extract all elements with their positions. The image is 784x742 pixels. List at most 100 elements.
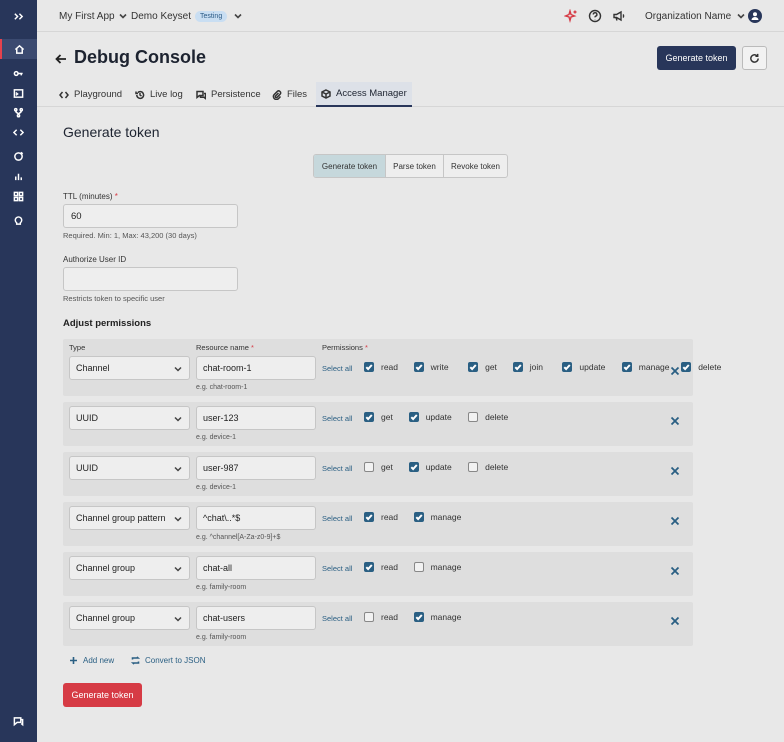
help-icon[interactable]	[588, 9, 602, 23]
checkbox[interactable]	[413, 562, 424, 572]
home-icon[interactable]	[0, 39, 37, 59]
permission-get[interactable]: get	[364, 462, 393, 472]
permission-manage[interactable]: manage	[413, 562, 461, 572]
checkbox[interactable]	[364, 562, 374, 572]
checkbox[interactable]	[468, 462, 479, 472]
permission-delete[interactable]: delete	[468, 462, 508, 472]
select-all-link[interactable]: Select all	[322, 614, 352, 623]
apps-icon[interactable]	[0, 186, 37, 206]
resource-name-input[interactable]: chat-room-1	[196, 356, 316, 380]
keyset-selector[interactable]: Demo Keyset Testing	[131, 0, 242, 32]
permission-manage[interactable]: manage	[413, 612, 461, 622]
generate-token-button[interactable]: Generate token	[63, 683, 142, 707]
resource-type-select[interactable]: UUID	[69, 406, 190, 430]
remove-row-icon[interactable]	[670, 563, 680, 576]
tab-access-manager[interactable]: Access Manager	[316, 82, 412, 107]
permission-manage[interactable]: manage	[413, 512, 461, 522]
checkbox[interactable]	[681, 362, 692, 372]
console-icon[interactable]	[0, 83, 37, 103]
mode-revoke-token[interactable]: Revoke token	[444, 155, 507, 177]
remove-row-icon[interactable]	[670, 413, 680, 426]
resource-type-select[interactable]: Channel	[69, 356, 190, 380]
checkbox[interactable]	[562, 362, 573, 372]
resource-name-input[interactable]: ^chat\..*$	[196, 506, 316, 530]
sync-icon[interactable]	[0, 146, 37, 166]
permission-get[interactable]: get	[468, 362, 497, 372]
permission-write[interactable]: write	[413, 362, 449, 372]
adjust-permissions-title: Adjust permissions	[63, 318, 152, 329]
add-new-label: Add new	[83, 656, 115, 665]
tab-files[interactable]: Files	[272, 82, 307, 107]
resource-type-select[interactable]: UUID	[69, 456, 190, 480]
permission-update[interactable]: update	[408, 412, 452, 422]
back-arrow-icon[interactable]	[55, 52, 67, 64]
tab-playground[interactable]: Playground	[59, 82, 122, 107]
permission-read[interactable]: read	[364, 362, 398, 372]
analytics-icon[interactable]	[0, 166, 37, 186]
checkbox[interactable]	[413, 362, 424, 372]
permission-manage[interactable]: manage	[621, 362, 670, 372]
announcement-icon[interactable]	[612, 9, 626, 23]
checkbox[interactable]	[468, 412, 479, 422]
checkbox[interactable]	[364, 412, 374, 422]
resource-name-input[interactable]: user-987	[196, 456, 316, 480]
sparkle-icon[interactable]	[563, 8, 578, 24]
app-selector[interactable]: My First App	[59, 0, 127, 32]
checkbox[interactable]	[413, 512, 424, 522]
checkbox[interactable]	[408, 462, 419, 472]
remove-row-icon[interactable]	[670, 613, 680, 626]
permission-update[interactable]: update	[408, 462, 452, 472]
permission-delete[interactable]: delete	[468, 412, 508, 422]
header-generate-token-button[interactable]: Generate token	[657, 46, 736, 70]
resource-type-select[interactable]: Channel group pattern	[69, 506, 190, 530]
mode-generate-token[interactable]: Generate token	[314, 155, 386, 177]
mode-tabs: Generate token Parse token Revoke token	[313, 154, 508, 178]
functions-icon[interactable]	[0, 102, 37, 122]
resource-type-select[interactable]: Channel group	[69, 556, 190, 580]
select-all-link[interactable]: Select all	[322, 564, 352, 573]
permission-delete[interactable]: delete	[681, 362, 721, 372]
avatar[interactable]	[748, 9, 762, 23]
permission-join[interactable]: join	[512, 362, 543, 372]
remove-row-icon[interactable]	[670, 513, 680, 526]
refresh-button[interactable]	[742, 46, 767, 70]
permission-get[interactable]: get	[364, 412, 393, 422]
keys-icon[interactable]	[0, 63, 37, 83]
resource-name-input[interactable]: chat-all	[196, 556, 316, 580]
select-all-link[interactable]: Select all	[322, 364, 352, 373]
resource-type-select[interactable]: Channel group	[69, 606, 190, 630]
mode-parse-token[interactable]: Parse token	[386, 155, 444, 177]
checkbox[interactable]	[413, 612, 424, 622]
ttl-input[interactable]: 60	[63, 204, 238, 228]
checkbox[interactable]	[364, 512, 374, 522]
resource-name-input[interactable]: user-123	[196, 406, 316, 430]
checkbox[interactable]	[468, 362, 479, 372]
col-resource-header: Resource name *	[196, 343, 254, 352]
checkbox[interactable]	[512, 362, 523, 372]
checkbox[interactable]	[621, 362, 632, 372]
lightbulb-icon[interactable]	[0, 210, 37, 230]
resource-name-input[interactable]: chat-users	[196, 606, 316, 630]
add-new-button[interactable]: Add new	[69, 656, 114, 665]
permission-read[interactable]: read	[364, 562, 398, 572]
tab-persistence[interactable]: Persistence	[196, 82, 261, 107]
feedback-icon[interactable]	[0, 711, 37, 731]
permission-update[interactable]: update	[562, 362, 605, 372]
remove-row-icon[interactable]	[670, 363, 680, 376]
checkbox[interactable]	[364, 612, 374, 622]
org-selector[interactable]: Organization Name	[645, 0, 745, 32]
tab-live-log[interactable]: Live log	[135, 82, 183, 107]
checkbox[interactable]	[408, 412, 419, 422]
expand-icon[interactable]	[0, 6, 37, 26]
select-all-link[interactable]: Select all	[322, 464, 352, 473]
checkbox[interactable]	[364, 362, 374, 372]
convert-json-button[interactable]: Convert to JSON	[131, 656, 205, 665]
select-all-link[interactable]: Select all	[322, 514, 352, 523]
permission-read[interactable]: read	[364, 612, 398, 622]
permission-read[interactable]: read	[364, 512, 398, 522]
checkbox[interactable]	[364, 462, 374, 472]
select-all-link[interactable]: Select all	[322, 414, 352, 423]
remove-row-icon[interactable]	[670, 463, 680, 476]
code-icon[interactable]	[0, 122, 37, 142]
auth-user-input[interactable]	[63, 267, 238, 291]
